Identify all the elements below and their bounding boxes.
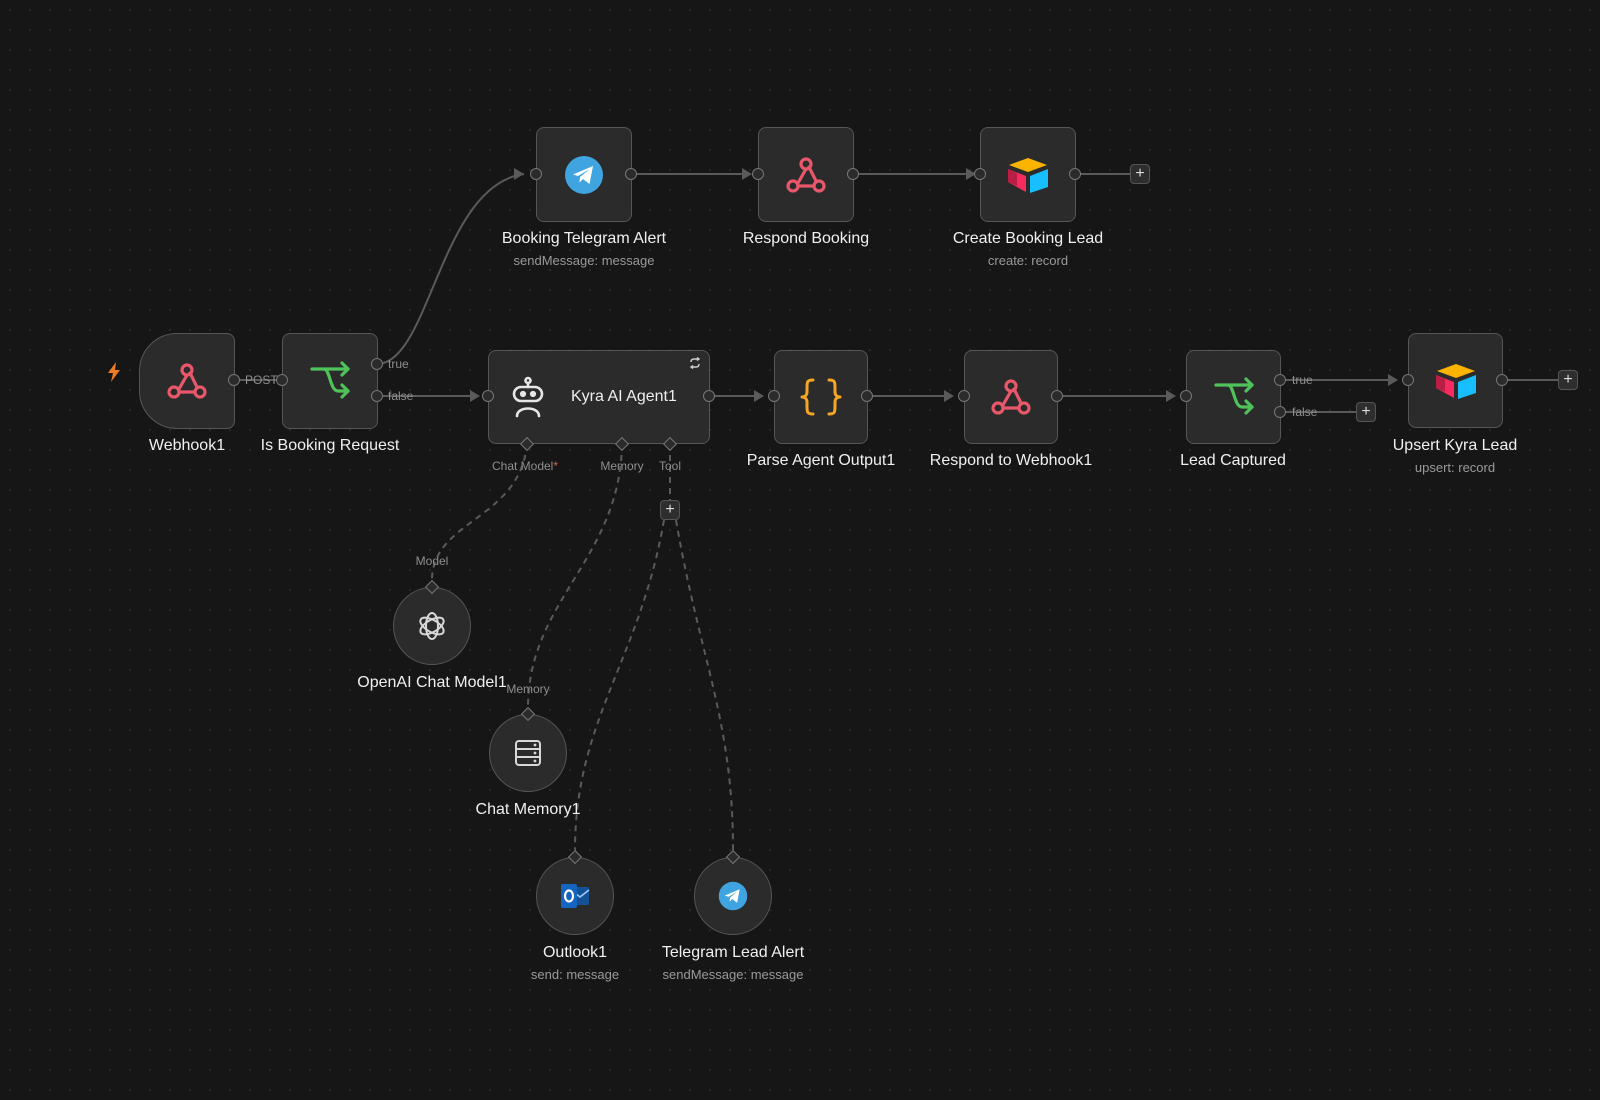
node-booking-telegram-alert[interactable] [536, 127, 632, 222]
respond-booking-label: Respond Booking [742, 230, 870, 247]
telegram-icon [718, 881, 748, 911]
node-telegram-lead-alert[interactable] [694, 857, 772, 935]
openai-icon [419, 612, 445, 640]
outlook-label: Outlook1 [542, 944, 608, 961]
telegram-icon [565, 155, 603, 194]
lead-captured-label: Lead Captured [1180, 452, 1286, 469]
booking-telegram-label: Booking Telegram Alert [501, 230, 667, 247]
respond-webhook-output-handle[interactable] [1051, 390, 1063, 402]
edge-tool-to-outlook [574, 519, 665, 851]
node-respond-to-webhook[interactable] [964, 350, 1058, 444]
node-is-booking-request[interactable] [282, 333, 378, 429]
lead-captured-input-handle[interactable] [1180, 390, 1192, 402]
webhook-icon [786, 156, 826, 193]
database-icon [515, 740, 541, 766]
chat-memory-label: Chat Memory1 [475, 801, 581, 818]
create-booking-add-button[interactable]: + [1130, 164, 1150, 184]
booking-telegram-input-handle[interactable] [530, 168, 542, 180]
outlook-icon [561, 884, 590, 908]
is-booking-true-label: true [388, 357, 409, 371]
agent-input-handle[interactable] [482, 390, 494, 402]
lead-captured-false-handle[interactable] [1274, 406, 1286, 418]
edge-agent-to-memory [527, 443, 623, 709]
telegram-lead-label: Telegram Lead Alert [661, 944, 805, 961]
is-booking-input-handle[interactable] [276, 374, 288, 386]
booking-telegram-output-handle[interactable] [625, 168, 637, 180]
node-lead-captured[interactable] [1186, 350, 1281, 444]
parse-output-handle[interactable] [861, 390, 873, 402]
openai-label: OpenAI Chat Model1 [357, 674, 507, 691]
is-booking-true-handle[interactable] [371, 358, 383, 370]
robot-icon [512, 376, 544, 418]
agent-output-handle[interactable] [703, 390, 715, 402]
create-booking-input-handle[interactable] [974, 168, 986, 180]
create-booking-label: Create Booking Lead [952, 230, 1104, 247]
create-booking-subtitle: create: record [987, 253, 1069, 268]
lead-captured-true-handle[interactable] [1274, 374, 1286, 386]
lead-captured-true-label: true [1292, 373, 1313, 387]
webhook1-output-handle[interactable] [228, 374, 240, 386]
agent-add-tool-button[interactable]: + [660, 500, 680, 520]
is-booking-false-label: false [388, 389, 414, 403]
repeat-icon [689, 357, 701, 369]
node-upsert-kyra-lead[interactable] [1408, 333, 1503, 428]
node-chat-memory[interactable] [489, 714, 567, 792]
edge-tool-to-telegram-lead [675, 519, 734, 851]
telegram-lead-subtitle: sendMessage: message [662, 967, 804, 982]
branch-icon [310, 361, 350, 399]
node-kyra-ai-agent[interactable]: Kyra AI Agent1 [488, 350, 710, 444]
webhook-icon [991, 379, 1031, 415]
upsert-add-button[interactable]: + [1558, 370, 1578, 390]
upsert-output-handle[interactable] [1496, 374, 1508, 386]
node-respond-booking[interactable] [758, 127, 854, 222]
upsert-label: Upsert Kyra Lead [1392, 437, 1518, 454]
lead-captured-false-label: false [1292, 405, 1318, 419]
node-parse-agent-output[interactable] [774, 350, 868, 444]
node-outlook[interactable] [536, 857, 614, 935]
upsert-input-handle[interactable] [1402, 374, 1414, 386]
webhook1-label: Webhook1 [148, 437, 226, 454]
agent-title: Kyra AI Agent1 [571, 388, 677, 405]
node-webhook1[interactable] [139, 333, 235, 429]
lead-captured-false-add-button[interactable]: + [1356, 402, 1376, 422]
trigger-bolt-icon [108, 362, 120, 382]
openai-model-port-label: Model [415, 554, 449, 568]
create-booking-output-handle[interactable] [1069, 168, 1081, 180]
booking-telegram-subtitle: sendMessage: message [513, 253, 655, 268]
agent-memory-label: Memory [600, 459, 644, 473]
airtable-icon [1008, 157, 1048, 193]
agent-tool-label: Tool [658, 459, 682, 473]
agent-chat-model-label: Chat Model* [491, 459, 559, 473]
parse-input-handle[interactable] [768, 390, 780, 402]
upsert-subtitle: upsert: record [1414, 460, 1496, 475]
webhook-icon [167, 363, 207, 399]
is-booking-label: Is Booking Request [260, 437, 400, 454]
outlook-subtitle: send: message [530, 967, 620, 982]
airtable-icon [1435, 363, 1476, 399]
parse-label: Parse Agent Output1 [746, 452, 896, 469]
respond-booking-input-handle[interactable] [752, 168, 764, 180]
respond-webhook-input-handle[interactable] [958, 390, 970, 402]
webhook1-post-label: POST [245, 373, 278, 387]
node-openai-chat-model[interactable] [393, 587, 471, 665]
edge-if-true-to-telegram [376, 173, 525, 365]
is-booking-false-handle[interactable] [371, 390, 383, 402]
respond-webhook-label: Respond to Webhook1 [929, 452, 1093, 469]
node-create-booking-lead[interactable] [980, 127, 1076, 222]
code-braces-icon [800, 378, 842, 416]
respond-booking-output-handle[interactable] [847, 168, 859, 180]
branch-icon [1213, 377, 1254, 415]
chat-memory-port-label: Memory [506, 682, 550, 696]
